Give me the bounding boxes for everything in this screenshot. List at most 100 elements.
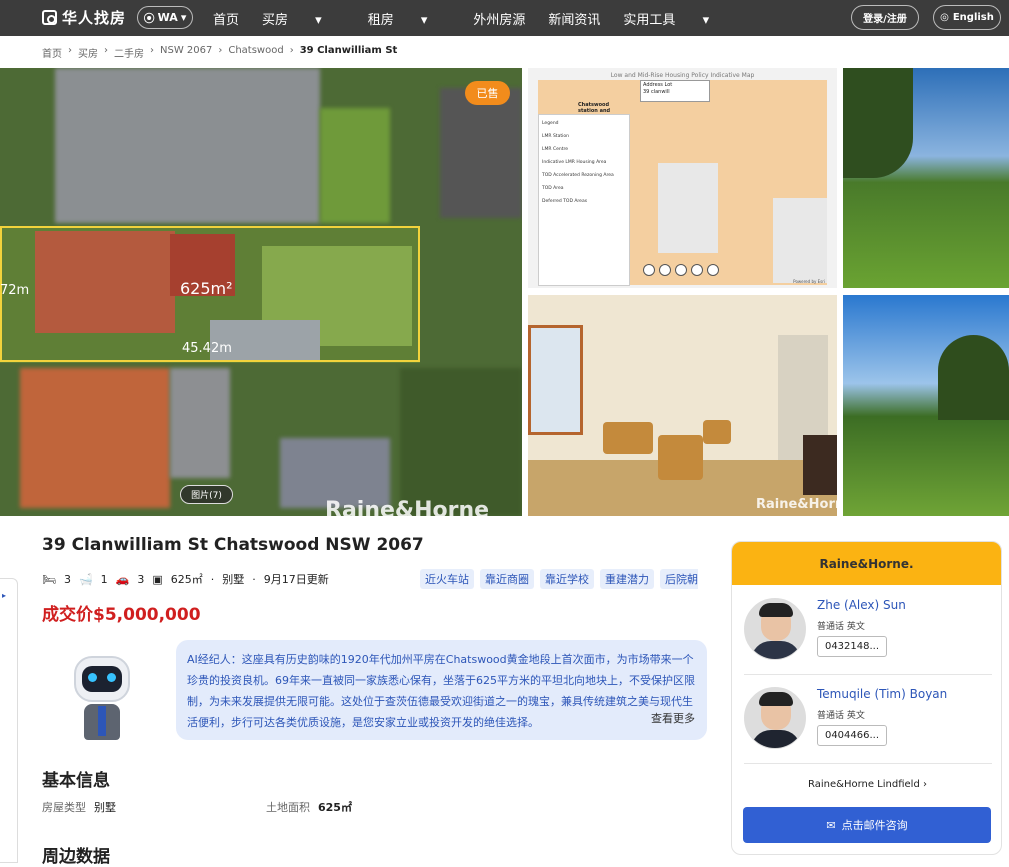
tag: 靠近商圈: [480, 569, 534, 589]
agent-2: Temuqile (Tim) Boyan 普通话 英文 0404466...: [744, 687, 994, 767]
listing-meta: 🛏 3 🛁 1 🚗 3 ▣ 625㎡ · 别墅 · 9月17日更新: [42, 572, 329, 587]
bath-count: 1: [100, 572, 108, 586]
lot-area-label: 625m²: [180, 279, 233, 298]
email-inquiry-button[interactable]: ✉ 点击邮件咨询: [743, 807, 991, 843]
menu-buy[interactable]: 买房 ▾: [262, 9, 345, 28]
bed-count: 3: [63, 572, 71, 586]
location-pin-icon: ⦿: [143, 11, 155, 25]
main-menu: 首页 买房 ▾ 租房 ▾ 外州房源 新闻资讯 实用工具 ▾: [213, 0, 755, 36]
agent-phone-button[interactable]: 0432148...: [817, 636, 887, 657]
breadcrumb-postcode[interactable]: NSW 2067: [160, 45, 212, 60]
lot-width-label: 45.42m: [182, 341, 232, 356]
menu-tools[interactable]: 实用工具 ▾: [623, 9, 732, 28]
breadcrumb-suburb[interactable]: Chatswood: [228, 45, 283, 60]
home-logo-icon: [42, 10, 57, 25]
map-legend: Legend LMR Station LMR Centre Indicative…: [538, 114, 630, 286]
location-selector[interactable]: ⦿ WA ▾: [137, 6, 193, 29]
agent-languages: 普通话 英文: [817, 711, 865, 721]
land-size-icon: ▣: [152, 572, 163, 586]
breadcrumb-current: 39 Clanwilliam St: [299, 45, 398, 56]
breadcrumb: 首页 › 买房 › 二手房 › NSW 2067 › Chatswood › 39 Cla…: [42, 45, 397, 60]
backyard-photo[interactable]: [843, 68, 1009, 288]
tag: 后院朝北: [660, 569, 698, 589]
type-value: 别墅: [94, 801, 116, 814]
agent-card: Raine&Horne. Zhe (Alex) Sun 普通话 英文 04321…: [731, 541, 1002, 855]
agent-name[interactable]: Zhe (Alex) Sun: [817, 598, 906, 612]
zoning-map-photo[interactable]: Low and Mid-Rise Housing Policy Indicati…: [528, 68, 837, 288]
map-title: Low and Mid-Rise Housing Policy Indicati…: [610, 72, 755, 79]
map-credit: Powered by Esri: [793, 279, 825, 284]
chevron-right-icon: ›: [289, 45, 294, 56]
basic-info-heading: 基本信息: [42, 771, 110, 791]
sold-price: 成交价$5,000,000: [42, 605, 201, 625]
layer-toggle[interactable]: [707, 264, 719, 276]
layer-toggle[interactable]: [643, 264, 655, 276]
feature-tags: 近火车站 靠近商圈 靠近学校 重建潜力 后院朝北: [420, 569, 698, 589]
menu-news[interactable]: 新闻资讯: [548, 9, 600, 28]
breadcrumb-used[interactable]: 二手房: [114, 45, 144, 60]
chevron-down-icon: ▾: [315, 12, 322, 28]
updated-date: 9月17日更新: [263, 573, 329, 586]
divider: [744, 763, 992, 764]
divider: [744, 674, 992, 675]
language-button[interactable]: ◎ English: [933, 5, 1001, 30]
property-type: 别墅: [222, 573, 245, 586]
land-label: 土地面积: [266, 801, 310, 814]
photo-count-button[interactable]: 图片(7): [180, 485, 233, 504]
breadcrumb-home[interactable]: 首页: [42, 45, 62, 60]
avatar[interactable]: [744, 687, 806, 749]
basic-info-row: 房屋类型 别墅: [42, 799, 116, 815]
agent-1: Zhe (Alex) Sun 普通话 英文 0432148...: [744, 598, 994, 678]
land-size: 625㎡: [170, 573, 203, 586]
map-search-box[interactable]: Address Lot 39 clanwill: [640, 80, 710, 102]
garden-photo[interactable]: [843, 295, 1009, 516]
listing-title: 39 Clanwilliam St Chatswood NSW 2067: [42, 535, 424, 555]
ai-agent-summary: AI经纪人：这座具有历史韵味的1920年代加州平房在Chatswood黄金地段上…: [176, 640, 707, 740]
agent-languages: 普通话 英文: [817, 622, 865, 632]
chevron-right-icon: ›: [218, 45, 223, 56]
menu-home[interactable]: 首页: [213, 9, 239, 28]
ai-summary-text: AI经纪人：这座具有历史韵味的1920年代加州平房在Chatswood黄金地段上…: [187, 653, 695, 729]
chevron-right-icon: ›: [104, 45, 108, 56]
car-icon: 🚗: [115, 572, 130, 586]
chevron-down-icon: ▾: [702, 12, 710, 28]
tag: 靠近学校: [540, 569, 594, 589]
top-nav: 华人找房 ⦿ WA ▾ 首页 买房 ▾ 租房 ▾ 外州房源 新闻资讯 实用工具 ▾ …: [0, 0, 1009, 36]
land-value: 625㎡: [318, 801, 352, 814]
menu-rent[interactable]: 租房 ▾: [368, 9, 451, 28]
tag: 近火车站: [420, 569, 474, 589]
tag: 重建潜力: [600, 569, 654, 589]
chevron-down-icon: ▾: [420, 12, 428, 28]
menu-interstate[interactable]: 外州房源: [473, 9, 525, 28]
ai-robot-icon: [62, 652, 142, 742]
bed-icon: 🛏: [42, 572, 56, 586]
map-layer-toggles: [643, 264, 719, 276]
sold-badge: 已售: [465, 81, 510, 105]
chevron-right-icon: ▸: [2, 591, 7, 600]
side-panel-edge[interactable]: ▸: [0, 578, 18, 863]
chevron-right-icon: ›: [150, 45, 154, 56]
site-logo[interactable]: 华人找房: [42, 7, 126, 28]
layer-toggle[interactable]: [675, 264, 687, 276]
lot-side-label: 72m: [0, 283, 30, 298]
layer-toggle[interactable]: [691, 264, 703, 276]
photo-gallery: 625m² 45.42m 72m 已售 图片(7) Raine&Horne Lo…: [0, 68, 1009, 516]
agent-phone-button[interactable]: 0404466...: [817, 725, 887, 746]
agency-logo[interactable]: Raine&Horne.: [732, 542, 1001, 585]
agency-office-link[interactable]: Raine&Horne Lindfield ›: [732, 779, 1001, 790]
aerial-photo[interactable]: 625m² 45.42m 72m 已售 图片(7) Raine&Horne: [0, 68, 522, 516]
watermark: Raine&Horne: [325, 498, 490, 516]
layer-toggle[interactable]: [659, 264, 671, 276]
read-more-link[interactable]: 查看更多: [645, 708, 695, 729]
avatar[interactable]: [744, 598, 806, 660]
breadcrumb-buy[interactable]: 买房: [78, 45, 98, 60]
nearby-heading: 周边数据: [42, 847, 110, 867]
globe-icon: ◎: [940, 12, 949, 23]
watermark: Raine&Horne: [756, 497, 837, 512]
login-button[interactable]: 登录/注册: [851, 5, 919, 30]
bath-icon: 🛁: [78, 572, 93, 586]
car-count: 3: [137, 572, 145, 586]
chevron-right-icon: ›: [922, 779, 927, 790]
agent-name[interactable]: Temuqile (Tim) Boyan: [817, 687, 947, 701]
interior-photo[interactable]: Raine&Horne: [528, 295, 837, 516]
